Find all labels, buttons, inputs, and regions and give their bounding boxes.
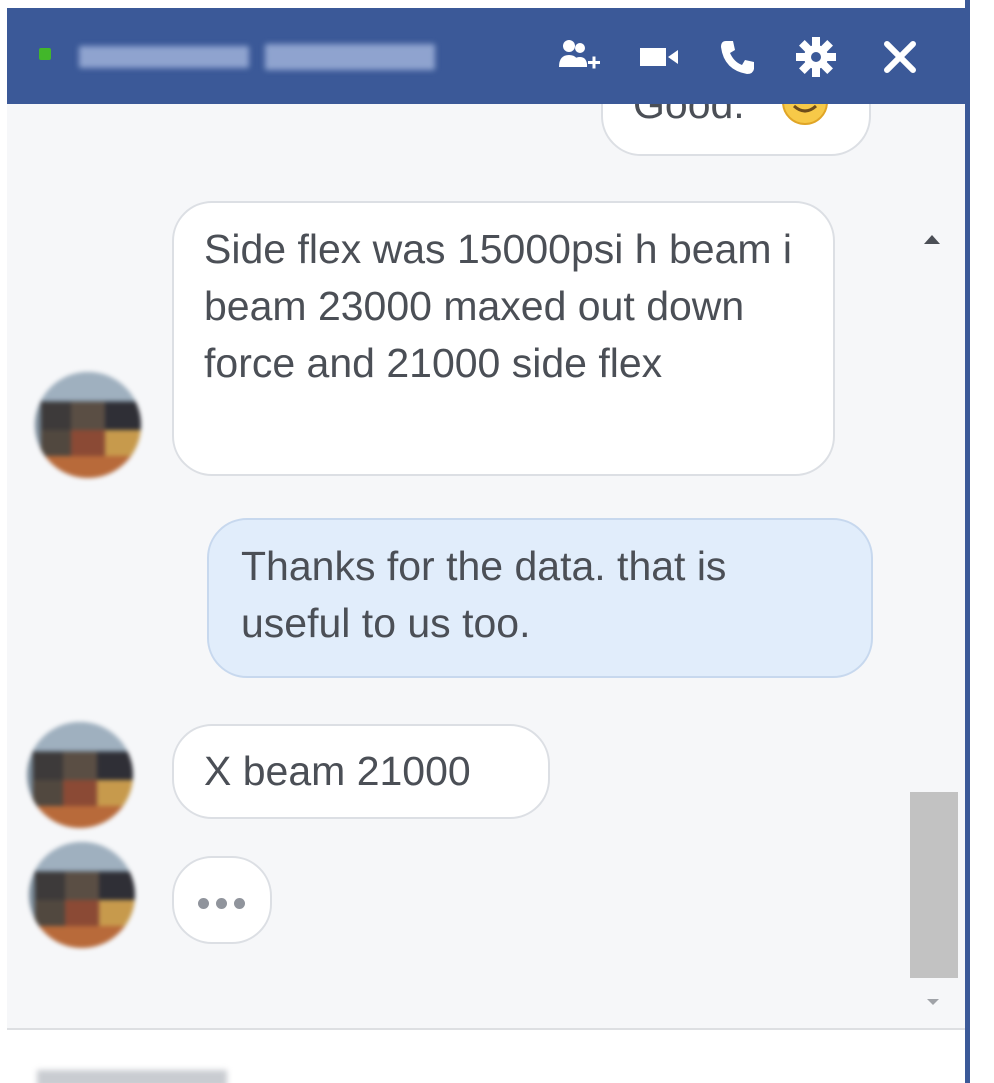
chat-header[interactable] bbox=[7, 8, 967, 104]
outgoing-message-bubble: Thanks for the data. that is useful to u… bbox=[207, 518, 873, 678]
typing-dot bbox=[198, 898, 209, 909]
message-composer[interactable] bbox=[7, 1028, 967, 1083]
message-text: X beam 21000 bbox=[204, 748, 471, 794]
contact-avatar[interactable] bbox=[35, 372, 141, 478]
previous-message-text: Good. bbox=[633, 104, 745, 127]
add-people-icon[interactable] bbox=[555, 32, 605, 82]
message-text: Thanks for the data. that is useful to u… bbox=[241, 543, 727, 646]
window-border bbox=[965, 0, 970, 1083]
scroll-down-icon[interactable] bbox=[925, 994, 941, 1005]
contact-name-redacted[interactable] bbox=[79, 46, 249, 68]
typing-dot bbox=[234, 898, 245, 909]
message-text: Side flex was 15000psi h beam i beam 230… bbox=[204, 226, 793, 386]
close-icon[interactable] bbox=[875, 32, 925, 82]
chat-window: Good. Side flex was 15000psi h beam i be… bbox=[7, 8, 967, 1083]
incoming-message-bubble: X beam 21000 bbox=[172, 724, 550, 819]
phone-icon[interactable] bbox=[712, 32, 762, 82]
message-thread[interactable]: Good. Side flex was 15000psi h beam i be… bbox=[7, 104, 967, 1028]
composer-placeholder[interactable] bbox=[37, 1070, 227, 1083]
contact-name-redacted-2[interactable] bbox=[265, 44, 435, 70]
gear-icon[interactable] bbox=[791, 32, 841, 82]
online-status-dot bbox=[39, 48, 51, 60]
contact-avatar[interactable] bbox=[27, 722, 133, 828]
typing-dots-icon bbox=[172, 856, 272, 944]
smiley-emoji-icon bbox=[779, 104, 831, 143]
typing-dot bbox=[216, 898, 227, 909]
contact-avatar[interactable] bbox=[29, 842, 135, 948]
scroll-up-icon[interactable] bbox=[922, 232, 942, 246]
previous-message-bubble: Good. bbox=[601, 104, 871, 156]
scrollbar-thumb[interactable] bbox=[910, 792, 958, 978]
incoming-message-bubble: Side flex was 15000psi h beam i beam 230… bbox=[172, 201, 835, 476]
video-call-icon[interactable] bbox=[635, 32, 685, 82]
